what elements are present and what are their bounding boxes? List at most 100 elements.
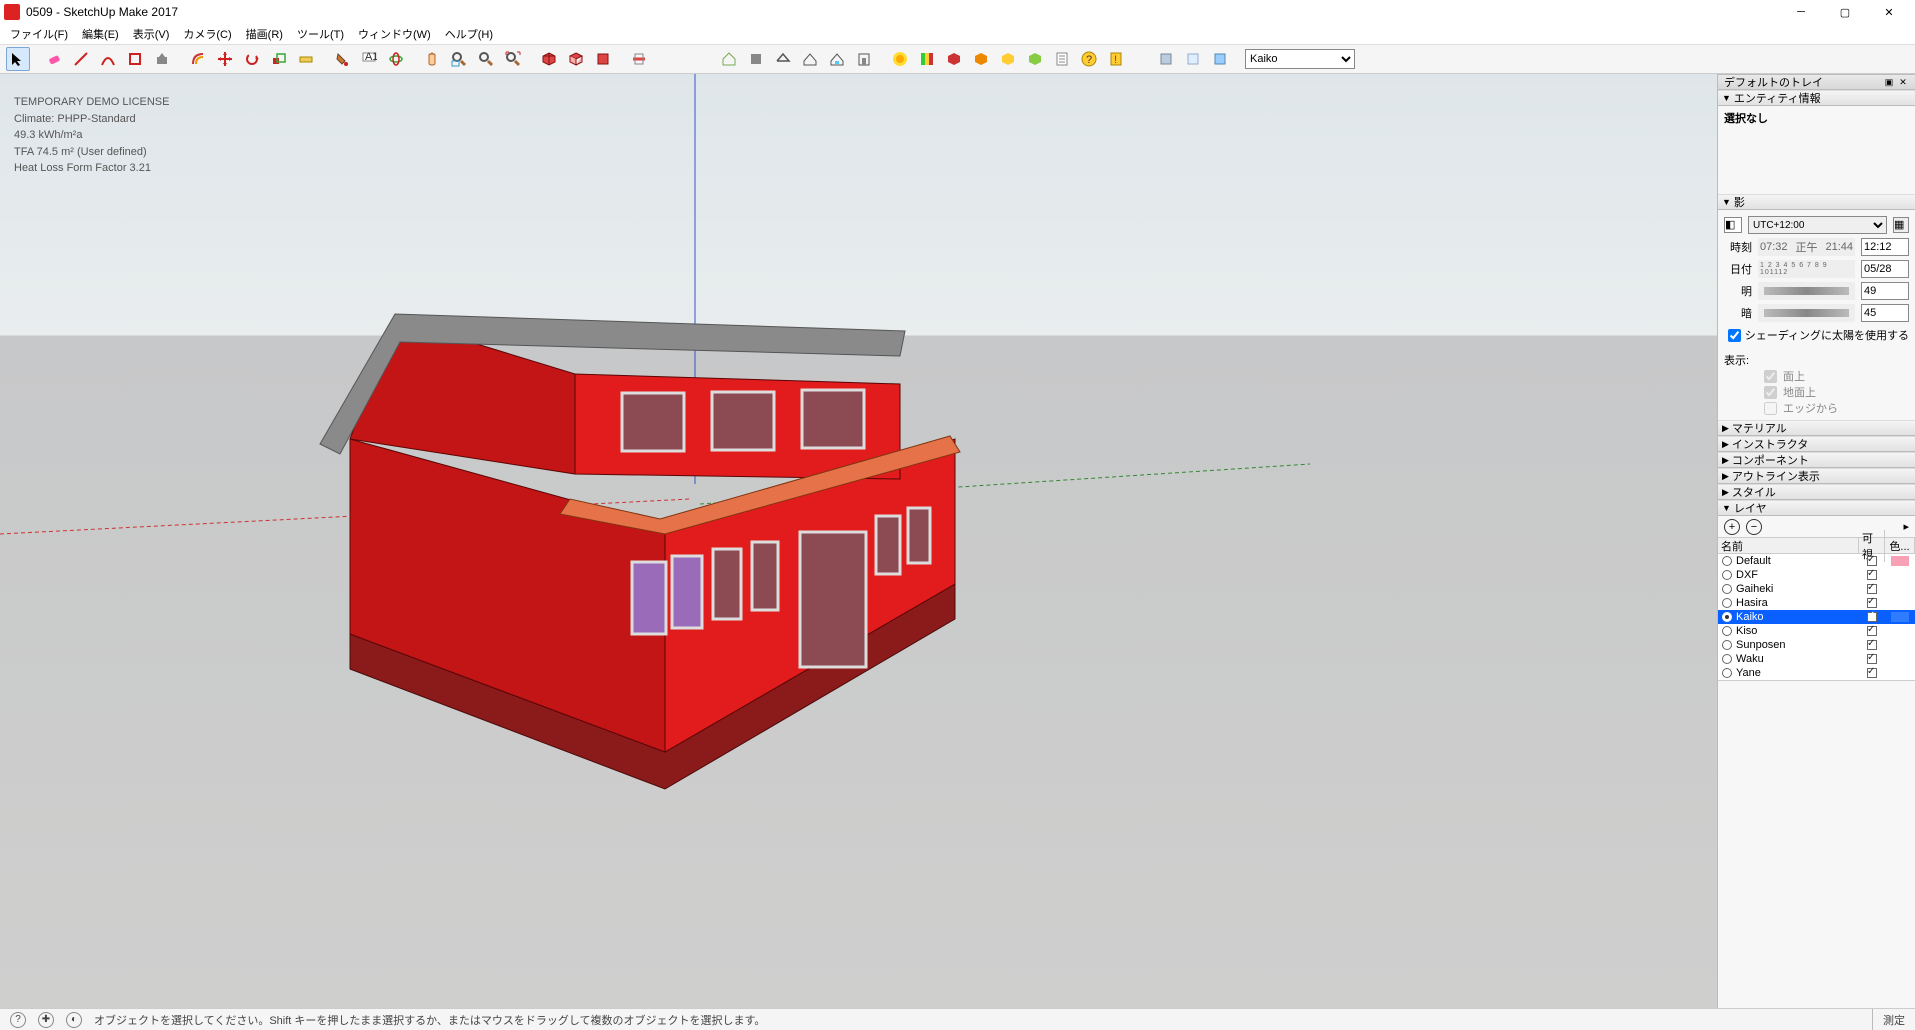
date-slider[interactable]: 1 2 3 4 5 6 7 8 9 101112: [1758, 260, 1855, 278]
time-slider[interactable]: 07:32正午21:44: [1758, 238, 1855, 256]
line-tool[interactable]: [69, 47, 93, 71]
backedge-tool[interactable]: [1181, 47, 1205, 71]
panel-layer-header[interactable]: ▼レイヤ: [1718, 500, 1915, 516]
layer-active-radio[interactable]: [1722, 584, 1732, 594]
layer-active-radio[interactable]: [1722, 654, 1732, 664]
report-tool[interactable]: [1050, 47, 1074, 71]
shadow-expand-icon[interactable]: ▦: [1893, 217, 1909, 233]
layer-visible-checkbox[interactable]: [1867, 556, 1877, 566]
status-help-icon[interactable]: ?: [10, 1012, 26, 1028]
color2-tool[interactable]: [942, 47, 966, 71]
panel-component-header[interactable]: ▶コンポーネント: [1718, 452, 1915, 468]
tray-close-icon[interactable]: ✕: [1897, 76, 1909, 88]
paint-tool[interactable]: [330, 47, 354, 71]
layer-color-swatch[interactable]: [1891, 556, 1909, 566]
minimize-button[interactable]: ─: [1779, 0, 1823, 24]
hidden-tool[interactable]: [1208, 47, 1232, 71]
layer-add-button[interactable]: +: [1724, 519, 1740, 535]
display-ground-checkbox[interactable]: 地面上: [1764, 384, 1909, 400]
color5-tool[interactable]: [1023, 47, 1047, 71]
display-face-checkbox[interactable]: 面上: [1764, 368, 1909, 384]
dark-slider[interactable]: [1758, 304, 1855, 322]
use-sun-checkbox[interactable]: シェーディングに太陽を使用する: [1728, 327, 1909, 343]
shape-tool[interactable]: [123, 47, 147, 71]
menu-camera[interactable]: カメラ(C): [177, 24, 237, 44]
close-button[interactable]: ✕: [1867, 0, 1911, 24]
layer-visible-checkbox[interactable]: [1867, 584, 1877, 594]
roof-tool[interactable]: [771, 47, 795, 71]
front-tool[interactable]: [591, 47, 615, 71]
date-value[interactable]: 05/28: [1861, 260, 1909, 278]
section-tool[interactable]: [627, 47, 651, 71]
tray-pin-icon[interactable]: ▣: [1883, 76, 1895, 88]
dark-value[interactable]: 45: [1861, 304, 1909, 322]
viewport[interactable]: TEMPORARY DEMO LICENSE Climate: PHPP-Sta…: [0, 74, 1717, 1008]
timezone-select[interactable]: UTC+12:00: [1748, 216, 1887, 234]
layer-menu-icon[interactable]: ▸: [1903, 520, 1909, 533]
menu-edit[interactable]: 編集(E): [76, 24, 125, 44]
color3-tool[interactable]: [969, 47, 993, 71]
eraser-tool[interactable]: [42, 47, 66, 71]
menu-help[interactable]: ヘルプ(H): [439, 24, 499, 44]
move-tool[interactable]: [213, 47, 237, 71]
energy-tool[interactable]: [888, 47, 912, 71]
text-tool[interactable]: A1: [357, 47, 381, 71]
door-tool[interactable]: [852, 47, 876, 71]
layer-active-radio[interactable]: [1722, 668, 1732, 678]
pan-tool[interactable]: [420, 47, 444, 71]
panel-outliner-header[interactable]: ▶アウトライン表示: [1718, 468, 1915, 484]
layer-active-radio[interactable]: [1722, 598, 1732, 608]
layer-color-swatch[interactable]: [1891, 612, 1909, 622]
offset-tool[interactable]: [186, 47, 210, 71]
menu-file[interactable]: ファイル(F): [4, 24, 74, 44]
color4-tool[interactable]: [996, 47, 1020, 71]
layer-visible-checkbox[interactable]: [1867, 612, 1877, 622]
maximize-button[interactable]: ▢: [1823, 0, 1867, 24]
layer-visible-checkbox[interactable]: [1867, 626, 1877, 636]
layer-row[interactable]: Kiso: [1718, 624, 1915, 638]
display-edge-checkbox[interactable]: エッジから: [1764, 400, 1909, 416]
layer-row[interactable]: Sunposen: [1718, 638, 1915, 652]
layer-visible-checkbox[interactable]: [1867, 640, 1877, 650]
floor-tool[interactable]: [798, 47, 822, 71]
layer-active-radio[interactable]: [1722, 570, 1732, 580]
zoom-window-tool[interactable]: [447, 47, 471, 71]
light-slider[interactable]: [1758, 282, 1855, 300]
layer-row[interactable]: Yane: [1718, 666, 1915, 680]
menu-draw[interactable]: 描画(R): [240, 24, 289, 44]
layer-row[interactable]: Gaiheki: [1718, 582, 1915, 596]
layer-remove-button[interactable]: −: [1746, 519, 1762, 535]
tape-tool[interactable]: [294, 47, 318, 71]
layer-visible-checkbox[interactable]: [1867, 654, 1877, 664]
panel-instructor-header[interactable]: ▶インストラクタ: [1718, 436, 1915, 452]
top-tool[interactable]: [564, 47, 588, 71]
menu-window[interactable]: ウィンドウ(W): [352, 24, 437, 44]
wall-tool[interactable]: [744, 47, 768, 71]
select-tool[interactable]: [6, 47, 30, 71]
layer-row[interactable]: Kaiko: [1718, 610, 1915, 624]
layer-row[interactable]: Hasira: [1718, 596, 1915, 610]
layer-row[interactable]: DXF: [1718, 568, 1915, 582]
panel-material-header[interactable]: ▶マテリアル: [1718, 420, 1915, 436]
menu-view[interactable]: 表示(V): [127, 24, 176, 44]
layer-active-radio[interactable]: [1722, 556, 1732, 566]
layer-active-radio[interactable]: [1722, 640, 1732, 650]
panel-style-header[interactable]: ▶スタイル: [1718, 484, 1915, 500]
layer-row[interactable]: Waku: [1718, 652, 1915, 666]
scene-select[interactable]: Kaiko: [1245, 49, 1355, 69]
layer-visible-checkbox[interactable]: [1867, 668, 1877, 678]
color1-tool[interactable]: [915, 47, 939, 71]
zoom-tool[interactable]: [474, 47, 498, 71]
rotate-tool[interactable]: [240, 47, 264, 71]
home-tool[interactable]: [717, 47, 741, 71]
time-value[interactable]: 12:12: [1861, 238, 1909, 256]
warning-tool[interactable]: !: [1104, 47, 1128, 71]
help-tool[interactable]: ?: [1077, 47, 1101, 71]
status-user-icon[interactable]: ◐: [66, 1012, 82, 1028]
pushpull-tool[interactable]: [150, 47, 174, 71]
iso-tool[interactable]: [537, 47, 561, 71]
arc-tool[interactable]: [96, 47, 120, 71]
panel-entity-header[interactable]: ▼エンティティ情報: [1718, 90, 1915, 106]
layer-visible-checkbox[interactable]: [1867, 570, 1877, 580]
layer-visible-checkbox[interactable]: [1867, 598, 1877, 608]
